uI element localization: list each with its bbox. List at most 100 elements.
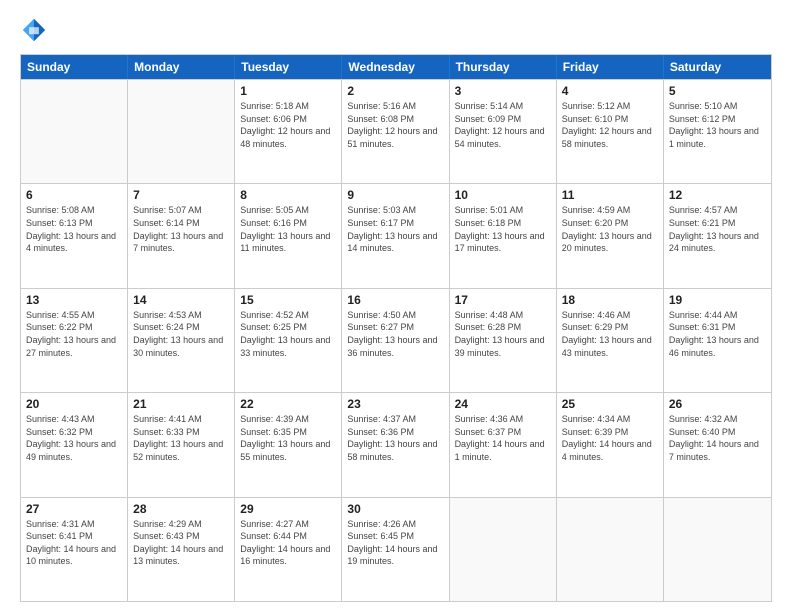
table-row: 25 Sunrise: 4:34 AM Sunset: 6:39 PM Dayli… bbox=[557, 393, 664, 496]
header-monday: Monday bbox=[128, 55, 235, 79]
table-row: 22 Sunrise: 4:39 AM Sunset: 6:35 PM Dayli… bbox=[235, 393, 342, 496]
header-friday: Friday bbox=[557, 55, 664, 79]
day-info: Sunrise: 4:57 AM Sunset: 6:21 PM Dayligh… bbox=[669, 204, 766, 254]
day-info: Sunrise: 5:03 AM Sunset: 6:17 PM Dayligh… bbox=[347, 204, 443, 254]
day-number: 25 bbox=[562, 397, 658, 411]
day-number: 14 bbox=[133, 293, 229, 307]
table-row: 8 Sunrise: 5:05 AM Sunset: 6:16 PM Daylig… bbox=[235, 184, 342, 287]
day-info: Sunrise: 5:14 AM Sunset: 6:09 PM Dayligh… bbox=[455, 100, 551, 150]
table-row: 17Sunrise: 4:48 AM Sunset: 6:28 PM Dayli… bbox=[450, 289, 557, 392]
day-number: 28 bbox=[133, 502, 229, 516]
day-info: Sunrise: 4:46 AM Sunset: 6:29 PM Dayligh… bbox=[562, 309, 658, 359]
table-row: 19 Sunrise: 4:44 AM Sunset: 6:31 PM Dayli… bbox=[664, 289, 771, 392]
table-row: 11 Sunrise: 4:59 AM Sunset: 6:20 PM Dayli… bbox=[557, 184, 664, 287]
table-row bbox=[21, 80, 128, 183]
day-info: Sunrise: 4:41 AM Sunset: 6:33 PM Dayligh… bbox=[133, 413, 229, 463]
header-tuesday: Tuesday bbox=[235, 55, 342, 79]
day-number: 11 bbox=[562, 188, 658, 202]
logo bbox=[20, 16, 54, 44]
day-number: 12 bbox=[669, 188, 766, 202]
day-number: 16 bbox=[347, 293, 443, 307]
table-row: 9 Sunrise: 5:03 AM Sunset: 6:17 PM Daylig… bbox=[342, 184, 449, 287]
day-number: 21 bbox=[133, 397, 229, 411]
table-row: 12 Sunrise: 4:57 AM Sunset: 6:21 PM Dayli… bbox=[664, 184, 771, 287]
table-row: 23 Sunrise: 4:37 AM Sunset: 6:36 PM Dayli… bbox=[342, 393, 449, 496]
day-number: 9 bbox=[347, 188, 443, 202]
day-info: Sunrise: 4:53 AM Sunset: 6:24 PM Dayligh… bbox=[133, 309, 229, 359]
day-info: Sunrise: 4:31 AM Sunset: 6:41 PM Dayligh… bbox=[26, 518, 122, 568]
day-info: Sunrise: 5:18 AM Sunset: 6:06 PM Dayligh… bbox=[240, 100, 336, 150]
day-number: 2 bbox=[347, 84, 443, 98]
table-row: 10 Sunrise: 5:01 AM Sunset: 6:18 PM Dayli… bbox=[450, 184, 557, 287]
table-row: 6 Sunrise: 5:08 AM Sunset: 6:13 PM Daylig… bbox=[21, 184, 128, 287]
day-info: Sunrise: 4:27 AM Sunset: 6:44 PM Dayligh… bbox=[240, 518, 336, 568]
calendar-row-2: 6 Sunrise: 5:08 AM Sunset: 6:13 PM Daylig… bbox=[21, 183, 771, 287]
calendar: Sunday Monday Tuesday Wednesday Thursday… bbox=[20, 54, 772, 602]
table-row: 15Sunrise: 4:52 AM Sunset: 6:25 PM Dayli… bbox=[235, 289, 342, 392]
day-info: Sunrise: 4:34 AM Sunset: 6:39 PM Dayligh… bbox=[562, 413, 658, 463]
day-number: 27 bbox=[26, 502, 122, 516]
table-row: 27 Sunrise: 4:31 AM Sunset: 6:41 PM Dayli… bbox=[21, 498, 128, 601]
day-info: Sunrise: 5:10 AM Sunset: 6:12 PM Dayligh… bbox=[669, 100, 766, 150]
table-row: 21 Sunrise: 4:41 AM Sunset: 6:33 PM Dayli… bbox=[128, 393, 235, 496]
day-number: 5 bbox=[669, 84, 766, 98]
header-wednesday: Wednesday bbox=[342, 55, 449, 79]
table-row: 5 Sunrise: 5:10 AM Sunset: 6:12 PM Daylig… bbox=[664, 80, 771, 183]
day-number: 23 bbox=[347, 397, 443, 411]
day-number: 26 bbox=[669, 397, 766, 411]
table-row: 16 Sunrise: 4:50 AM Sunset: 6:27 PM Dayli… bbox=[342, 289, 449, 392]
day-number: 19 bbox=[669, 293, 766, 307]
day-info: Sunrise: 5:05 AM Sunset: 6:16 PM Dayligh… bbox=[240, 204, 336, 254]
day-number: 17 bbox=[455, 293, 551, 307]
header bbox=[20, 16, 772, 44]
day-info: Sunrise: 4:26 AM Sunset: 6:45 PM Dayligh… bbox=[347, 518, 443, 568]
table-row: 4 Sunrise: 5:12 AM Sunset: 6:10 PM Daylig… bbox=[557, 80, 664, 183]
table-row: 20Sunrise: 4:43 AM Sunset: 6:32 PM Dayli… bbox=[21, 393, 128, 496]
calendar-row-5: 27 Sunrise: 4:31 AM Sunset: 6:41 PM Dayli… bbox=[21, 497, 771, 601]
day-number: 8 bbox=[240, 188, 336, 202]
table-row bbox=[450, 498, 557, 601]
day-info: Sunrise: 5:12 AM Sunset: 6:10 PM Dayligh… bbox=[562, 100, 658, 150]
day-info: Sunrise: 4:29 AM Sunset: 6:43 PM Dayligh… bbox=[133, 518, 229, 568]
day-info: Sunrise: 5:07 AM Sunset: 6:14 PM Dayligh… bbox=[133, 204, 229, 254]
day-info: Sunrise: 4:43 AM Sunset: 6:32 PM Dayligh… bbox=[26, 413, 122, 463]
calendar-header: Sunday Monday Tuesday Wednesday Thursday… bbox=[21, 55, 771, 79]
table-row: 13 Sunrise: 4:55 AM Sunset: 6:22 PM Dayli… bbox=[21, 289, 128, 392]
day-info: Sunrise: 4:50 AM Sunset: 6:27 PM Dayligh… bbox=[347, 309, 443, 359]
day-number: 15 bbox=[240, 293, 336, 307]
table-row: 26 Sunrise: 4:32 AM Sunset: 6:40 PM Dayli… bbox=[664, 393, 771, 496]
day-number: 29 bbox=[240, 502, 336, 516]
calendar-row-3: 13 Sunrise: 4:55 AM Sunset: 6:22 PM Dayli… bbox=[21, 288, 771, 392]
table-row: 28 Sunrise: 4:29 AM Sunset: 6:43 PM Dayli… bbox=[128, 498, 235, 601]
day-info: Sunrise: 4:37 AM Sunset: 6:36 PM Dayligh… bbox=[347, 413, 443, 463]
day-info: Sunrise: 4:39 AM Sunset: 6:35 PM Dayligh… bbox=[240, 413, 336, 463]
day-number: 10 bbox=[455, 188, 551, 202]
table-row: 29 Sunrise: 4:27 AM Sunset: 6:44 PM Dayli… bbox=[235, 498, 342, 601]
logo-icon bbox=[20, 16, 48, 44]
table-row: 7Sunrise: 5:07 AM Sunset: 6:14 PM Daylig… bbox=[128, 184, 235, 287]
day-number: 4 bbox=[562, 84, 658, 98]
day-info: Sunrise: 4:36 AM Sunset: 6:37 PM Dayligh… bbox=[455, 413, 551, 463]
page: Sunday Monday Tuesday Wednesday Thursday… bbox=[0, 0, 792, 612]
day-info: Sunrise: 5:01 AM Sunset: 6:18 PM Dayligh… bbox=[455, 204, 551, 254]
table-row bbox=[664, 498, 771, 601]
table-row bbox=[557, 498, 664, 601]
day-number: 6 bbox=[26, 188, 122, 202]
table-row bbox=[128, 80, 235, 183]
day-info: Sunrise: 5:08 AM Sunset: 6:13 PM Dayligh… bbox=[26, 204, 122, 254]
header-saturday: Saturday bbox=[664, 55, 771, 79]
table-row: 2 Sunrise: 5:16 AM Sunset: 6:08 PM Daylig… bbox=[342, 80, 449, 183]
table-row: 24Sunrise: 4:36 AM Sunset: 6:37 PM Dayli… bbox=[450, 393, 557, 496]
day-info: Sunrise: 4:55 AM Sunset: 6:22 PM Dayligh… bbox=[26, 309, 122, 359]
day-info: Sunrise: 5:16 AM Sunset: 6:08 PM Dayligh… bbox=[347, 100, 443, 150]
day-info: Sunrise: 4:59 AM Sunset: 6:20 PM Dayligh… bbox=[562, 204, 658, 254]
table-row: 18 Sunrise: 4:46 AM Sunset: 6:29 PM Dayli… bbox=[557, 289, 664, 392]
day-info: Sunrise: 4:32 AM Sunset: 6:40 PM Dayligh… bbox=[669, 413, 766, 463]
day-number: 1 bbox=[240, 84, 336, 98]
day-number: 18 bbox=[562, 293, 658, 307]
header-sunday: Sunday bbox=[21, 55, 128, 79]
day-number: 22 bbox=[240, 397, 336, 411]
day-info: Sunrise: 4:44 AM Sunset: 6:31 PM Dayligh… bbox=[669, 309, 766, 359]
day-number: 30 bbox=[347, 502, 443, 516]
day-number: 13 bbox=[26, 293, 122, 307]
